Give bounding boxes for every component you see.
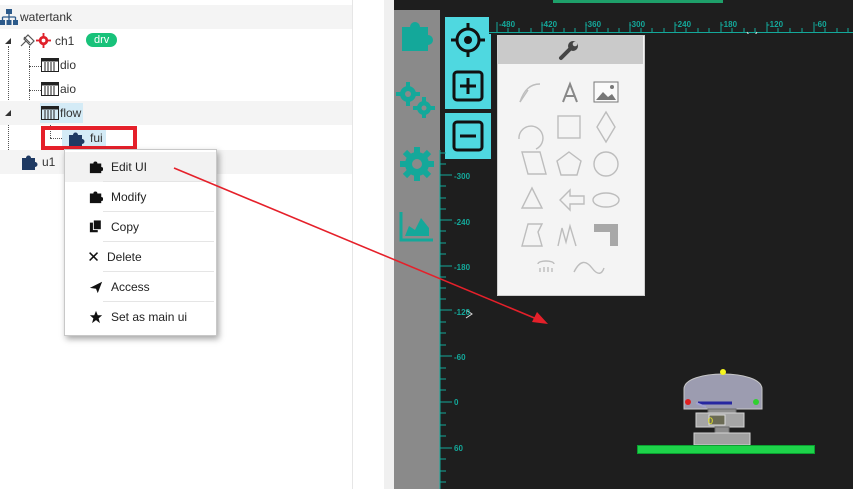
puzzle-icon <box>22 155 38 170</box>
copy-icon <box>89 220 102 233</box>
tree-label-u1: u1 <box>42 155 56 169</box>
expand-arrow-icon <box>5 110 11 116</box>
plug-icon <box>20 34 35 47</box>
menu-item-label: Modify <box>111 190 147 204</box>
device-value-readout: 0 <box>708 416 714 426</box>
arc-tool-icon <box>518 125 544 150</box>
puzzle-icon <box>89 191 103 204</box>
top-indicator <box>553 0 723 3</box>
gear-icon <box>36 33 51 48</box>
wave-tool-icon <box>573 261 605 274</box>
rect-tool-icon <box>557 115 581 139</box>
plus-icon <box>452 70 484 102</box>
curve-tool-icon <box>519 89 529 103</box>
curve-tool-icon <box>519 83 541 103</box>
menu-item-label: Edit UI <box>111 160 148 174</box>
ruler-label: 0 <box>454 398 459 407</box>
tree-label-root: watertank <box>20 10 73 24</box>
tree-node-aio[interactable]: aio <box>0 77 352 101</box>
gears-icon[interactable] <box>396 82 438 118</box>
annotation-arrow <box>173 167 548 324</box>
image-tool-icon <box>593 81 619 103</box>
menu-item-label: Delete <box>107 250 142 264</box>
tree-node-dio[interactable]: dio <box>0 53 352 77</box>
status-badge: drv <box>86 33 118 47</box>
text-tool-icon <box>562 81 578 103</box>
horizontal-ruler: -480 -420 -360 -300 -240 -180 -120 -60 <box>489 14 853 34</box>
pentagon-tool-icon <box>556 151 582 176</box>
tree-label-dio: dio <box>60 58 77 72</box>
network-icon <box>0 9 18 25</box>
puzzle-icon <box>89 161 103 174</box>
module-icon <box>41 106 59 120</box>
wrench-icon <box>559 41 578 60</box>
module-icon <box>41 58 59 72</box>
ruler-ticks <box>496 22 849 34</box>
menu-item-label: Access <box>111 280 150 294</box>
module-icon <box>41 82 59 96</box>
ruler-label: -60 <box>454 353 466 362</box>
palette-header[interactable] <box>498 36 643 64</box>
send-icon <box>89 281 103 294</box>
center-view-button[interactable] <box>445 17 491 63</box>
star-icon <box>89 310 103 324</box>
tank-device-graphic[interactable] <box>680 365 766 451</box>
tree-node-root[interactable]: watertank <box>0 5 352 29</box>
polyline-tool-icon <box>557 223 577 247</box>
tree-node-ch1[interactable]: ch1 drv <box>0 29 352 53</box>
diamond-tool-icon <box>596 110 616 144</box>
menu-item-label: Copy <box>111 220 140 234</box>
expand-arrow-icon <box>5 38 11 44</box>
circle-tool-icon <box>593 151 619 177</box>
tree-label-flow: flow <box>60 106 82 120</box>
annotation-highlight-box <box>41 126 137 150</box>
tree-label-aio: aio <box>60 82 77 96</box>
close-icon <box>89 252 99 262</box>
ellipse-tool-icon <box>592 192 620 208</box>
zoom-in-button[interactable] <box>445 63 491 109</box>
crosshair-icon <box>451 23 485 57</box>
level-bar <box>637 445 815 454</box>
ruler-label: 60 <box>454 444 463 453</box>
puzzle-icon[interactable] <box>398 16 434 52</box>
tree-node-flow[interactable]: flow <box>0 101 352 125</box>
tree-label-ch1: ch1 <box>55 34 75 48</box>
arrow-tool-icon <box>559 188 585 212</box>
pipe-tool-icon <box>594 224 618 246</box>
